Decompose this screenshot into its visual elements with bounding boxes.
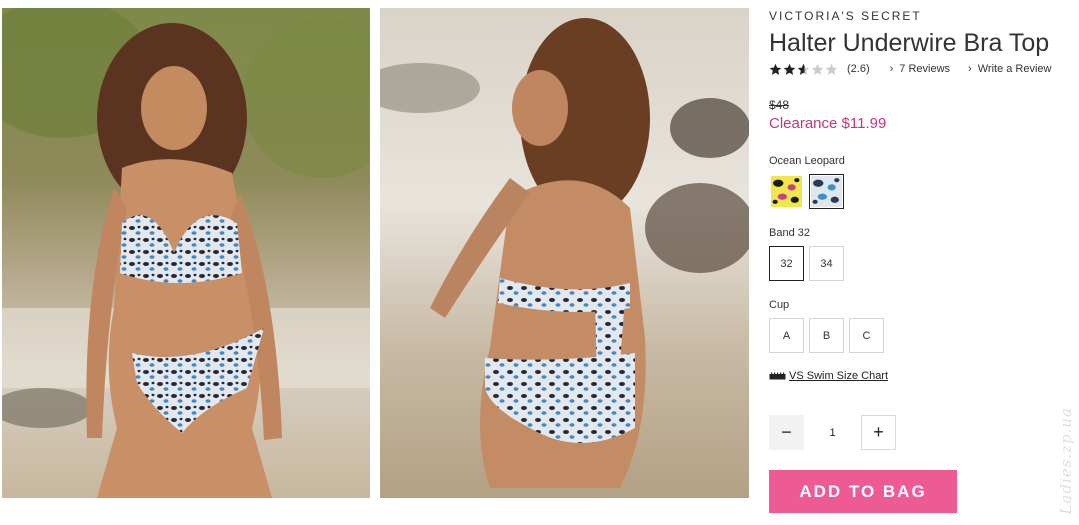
cup-option-c[interactable]: C bbox=[849, 318, 884, 353]
swatch-pattern bbox=[771, 176, 802, 207]
product-details: VICTORIA'S SECRET Halter Underwire Bra T… bbox=[769, 0, 1079, 525]
quantity-decrease-button[interactable]: − bbox=[769, 415, 804, 450]
star-icon bbox=[797, 63, 810, 75]
ruler-icon bbox=[769, 372, 786, 380]
color-label: Ocean Leopard bbox=[769, 155, 845, 167]
color-swatch-ocean-leopard[interactable] bbox=[809, 174, 844, 209]
color-swatch-neon-leopard[interactable] bbox=[769, 174, 804, 209]
chevron-right-icon: › bbox=[968, 63, 972, 75]
star-rating bbox=[769, 63, 839, 76]
rating-value: (2.6) bbox=[847, 63, 870, 75]
swatch-pattern bbox=[811, 176, 842, 207]
rating-row: (2.6) › 7 Reviews › Write a Review bbox=[769, 61, 1074, 77]
plus-icon: + bbox=[873, 422, 884, 442]
cup-option-a[interactable]: A bbox=[769, 318, 804, 353]
model-front-image bbox=[2, 8, 370, 498]
minus-icon: − bbox=[781, 422, 792, 442]
band-option-34[interactable]: 34 bbox=[809, 246, 844, 281]
product-page: VICTORIA'S SECRET Halter Underwire Bra T… bbox=[0, 0, 1079, 525]
star-icon bbox=[769, 63, 782, 75]
color-swatches bbox=[769, 174, 849, 209]
product-title: Halter Underwire Bra Top bbox=[769, 29, 1050, 57]
quantity-increase-button[interactable]: + bbox=[861, 415, 896, 450]
product-photo-front[interactable] bbox=[2, 8, 370, 498]
clearance-price: Clearance $11.99 bbox=[769, 115, 887, 132]
reviews-link-label: 7 Reviews bbox=[899, 63, 951, 75]
star-icon bbox=[825, 63, 838, 75]
quantity-stepper: − 1 + bbox=[769, 415, 896, 450]
cup-label: Cup bbox=[769, 299, 790, 311]
band-label: Band 32 bbox=[769, 227, 810, 239]
star-icon bbox=[783, 63, 796, 75]
star-icon bbox=[811, 63, 824, 75]
band-option-32[interactable]: 32 bbox=[769, 246, 804, 281]
reviews-link[interactable]: › 7 Reviews bbox=[890, 63, 950, 75]
write-review-label: Write a Review bbox=[977, 63, 1052, 75]
original-price: $48 bbox=[769, 98, 790, 112]
cup-options: ABC bbox=[769, 318, 889, 353]
add-to-bag-button[interactable]: ADD TO BAG bbox=[769, 470, 957, 513]
cup-option-b[interactable]: B bbox=[809, 318, 844, 353]
size-chart-label: VS Swim Size Chart bbox=[789, 370, 889, 382]
product-photo-back[interactable] bbox=[380, 8, 749, 498]
size-chart-link[interactable]: VS Swim Size Chart bbox=[769, 370, 888, 382]
write-review-link[interactable]: › Write a Review bbox=[968, 63, 1051, 75]
watermark: Ladies.zp.ua bbox=[1057, 407, 1075, 515]
band-options: 32 34 bbox=[769, 246, 849, 281]
brand-name: VICTORIA'S SECRET bbox=[769, 9, 922, 23]
chevron-right-icon: › bbox=[889, 63, 894, 75]
model-back-image bbox=[380, 8, 749, 498]
quantity-value[interactable]: 1 bbox=[804, 427, 861, 439]
